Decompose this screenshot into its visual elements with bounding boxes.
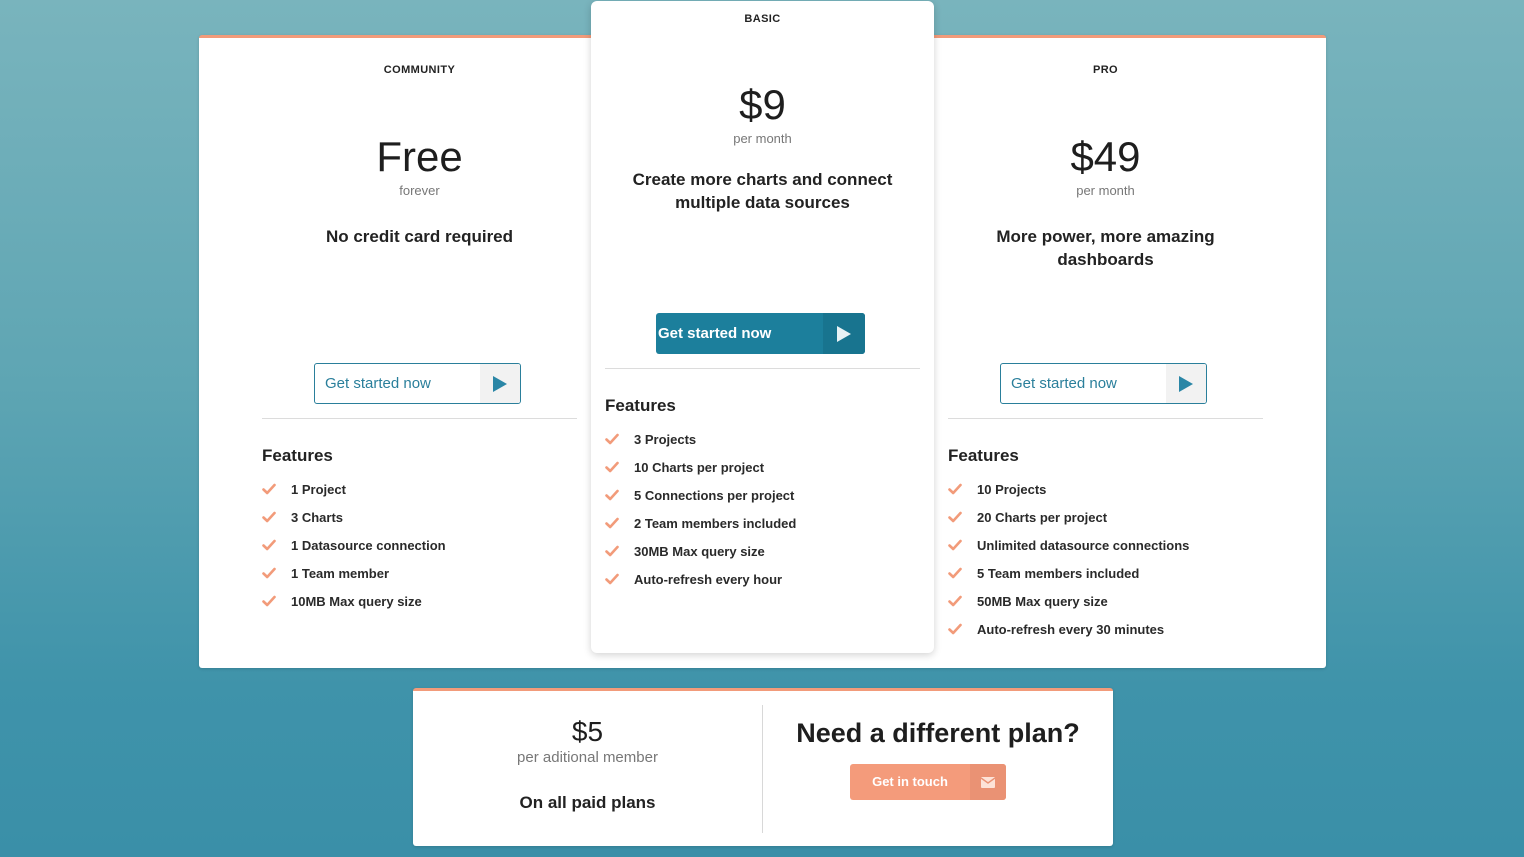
plan-tagline: No credit card required — [325, 227, 514, 246]
plan-name: BASIC — [744, 13, 781, 25]
feature-item: 2 Team members included — [605, 509, 796, 537]
basic-get-started-button[interactable]: Get started now — [656, 313, 865, 354]
feature-item: Unlimited datasource connections — [948, 531, 1189, 559]
check-icon — [262, 595, 276, 607]
extra-price: $5 — [571, 716, 604, 747]
plan-pro: PRO $49 per month More power, more amazi… — [885, 38, 1326, 271]
check-icon — [605, 573, 619, 585]
plan-period: per month — [1076, 183, 1135, 198]
play-icon — [1166, 364, 1206, 403]
feature-label: 50MB Max query size — [977, 593, 1108, 609]
play-icon — [480, 364, 520, 403]
check-icon — [605, 433, 619, 445]
plan-tagline: Create more charts and connect multiple … — [632, 170, 893, 212]
feature-label: 10 Charts per project — [634, 459, 765, 475]
feature-label: 5 Team members included — [977, 565, 1140, 581]
feature-label: 10MB Max query size — [291, 593, 422, 609]
plan-period: per month — [733, 131, 792, 146]
plan-community: COMMUNITY Free forever No credit card re… — [199, 38, 640, 248]
button-label: Get started now — [325, 375, 431, 392]
basic-features: Features 3 Projects 10 Charts per project 5… — [605, 396, 796, 593]
features-title: Features — [262, 446, 333, 465]
check-icon — [948, 623, 962, 635]
check-icon — [948, 483, 962, 495]
feature-label: 1 Datasource connection — [291, 537, 446, 553]
feature-item: 3 Projects — [605, 425, 796, 453]
feature-label: Unlimited datasource connections — [977, 537, 1190, 553]
extra-note: On all paid plans — [519, 793, 656, 812]
different-plan-title: Need a different plan? — [796, 718, 1080, 748]
feature-item: 5 Connections per project — [605, 481, 796, 509]
play-icon — [823, 313, 865, 354]
button-label: Get started now — [1011, 375, 1117, 392]
feature-label: 2 Team members included — [634, 515, 797, 531]
divider — [948, 418, 1263, 419]
check-icon — [262, 483, 276, 495]
extra-period: per aditional member — [517, 749, 658, 766]
feature-item: 5 Team members included — [948, 559, 1189, 587]
feature-item: 1 Datasource connection — [262, 531, 446, 559]
plan-tagline: More power, more amazing dashboards — [996, 227, 1215, 269]
plan-price: Free — [376, 133, 463, 180]
feature-item: 20 Charts per project — [948, 503, 1189, 531]
community-get-started-button[interactable]: Get started now — [314, 363, 521, 404]
feature-label: 1 Project — [291, 481, 346, 497]
check-icon — [262, 567, 276, 579]
feature-label: 20 Charts per project — [977, 509, 1108, 525]
button-label: Get in touch — [872, 774, 948, 789]
check-icon — [605, 461, 619, 473]
feature-label: 30MB Max query size — [634, 543, 765, 559]
feature-item: 10 Projects — [948, 475, 1189, 503]
check-icon — [262, 511, 276, 523]
feature-label: 3 Charts — [291, 509, 344, 525]
check-icon — [948, 567, 962, 579]
feature-label: Auto-refresh every hour — [634, 571, 783, 587]
community-features: Features 1 Project 3 Charts 1 Datasource co… — [262, 446, 446, 615]
check-icon — [948, 595, 962, 607]
feature-item: 50MB Max query size — [948, 587, 1189, 615]
check-icon — [262, 539, 276, 551]
feature-item: 10MB Max query size — [262, 587, 446, 615]
feature-item: 3 Charts — [262, 503, 446, 531]
feature-item: 30MB Max query size — [605, 537, 796, 565]
check-icon — [605, 545, 619, 557]
pro-features: Features 10 Projects 20 Charts per project… — [948, 446, 1189, 643]
plan-price: $9 — [739, 81, 786, 128]
feature-item: 1 Team member — [262, 559, 446, 587]
feature-label: 5 Connections per project — [634, 487, 795, 503]
plan-name: PRO — [1092, 64, 1119, 76]
check-icon — [948, 539, 962, 551]
check-icon — [605, 517, 619, 529]
extra-member-pricing: $5 per aditional member On all paid plan… — [413, 691, 762, 813]
extra-members-card: $5 per aditional member On all paid plan… — [413, 688, 1113, 846]
plan-name: COMMUNITY — [383, 64, 456, 76]
feature-label: 1 Team member — [291, 565, 390, 581]
feature-label: 10 Projects — [977, 481, 1047, 497]
divider — [605, 368, 920, 369]
button-label: Get started now — [658, 325, 772, 342]
feature-item: Auto-refresh every hour — [605, 565, 796, 593]
features-title: Features — [948, 446, 1019, 465]
get-in-touch-button[interactable]: Get in touch — [850, 764, 1006, 800]
feature-item: 1 Project — [262, 475, 446, 503]
plan-period: forever — [399, 183, 440, 198]
envelope-icon — [970, 764, 1006, 800]
check-icon — [948, 511, 962, 523]
different-plan-section: Need a different plan? Get in touch — [763, 691, 1113, 800]
check-icon — [605, 489, 619, 501]
feature-item: 10 Charts per project — [605, 453, 796, 481]
plan-price: $49 — [1070, 133, 1141, 180]
pro-get-started-button[interactable]: Get started now — [1000, 363, 1207, 404]
features-title: Features — [605, 396, 676, 415]
divider — [262, 418, 577, 419]
feature-label: Auto-refresh every 30 minutes — [977, 621, 1165, 637]
feature-item: Auto-refresh every 30 minutes — [948, 615, 1189, 643]
feature-label: 3 Projects — [634, 431, 697, 447]
